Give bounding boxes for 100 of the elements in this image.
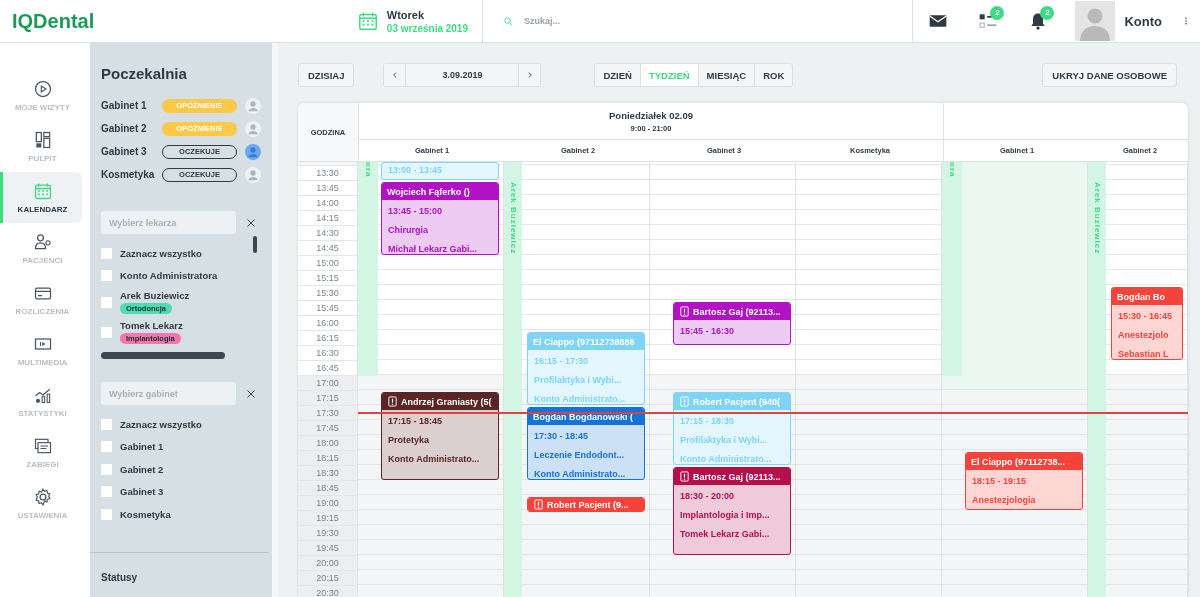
option-label[interactable]: Gabinet 1 [120,441,164,453]
account-label[interactable]: Konto [1124,13,1162,29]
appointment-card[interactable]: Bartosz Gaj (92113... 18:30 - 20:00 Implantologia i Imp... Tomek Lekarz Gabi... [673,467,791,555]
time-label: 13:30 [298,165,357,180]
time-label: 14:15 [298,210,357,225]
time-label: 18:30 [298,465,357,480]
room-name: Gabinet 3 [101,146,148,157]
today-button[interactable]: DZISIAJ [298,63,355,87]
option-label[interactable]: Gabinet 3 [120,486,164,498]
time-label: 15:00 [298,255,357,270]
appointment-time: 16:15 - 17:30 [533,355,590,368]
appointment-detail: Konto Administrato... [533,468,627,479]
count-badge: 2 [1040,6,1055,20]
select-field[interactable]: Wybierz gabinet [101,382,236,405]
date-label: 03 września 2019 [386,22,468,34]
nav-item[interactable]: KALENDARZ [0,172,82,223]
appointment-detail: Leczenie Endodont... [533,449,625,462]
appointment-detail: Konto Administrato... [679,453,773,464]
patient-name: Wojciech Fąferko () [387,186,470,197]
time-label: 14:45 [298,240,357,255]
view-tab[interactable]: DZIEŃ [595,64,641,86]
time-label: 15:45 [298,300,357,315]
logo: IQDental [12,9,95,33]
appointment-card[interactable]: Wojciech Fąferko () 13:45 - 15:00 Chirurgia Michał Lekarz Gabi... [381,182,499,255]
time-label: 19:00 [298,495,357,510]
appointment-detail: Michał Lekarz Gabi... [387,243,479,254]
time-label: 14:30 [298,225,357,240]
appointment-detail: Anestezjolo [1117,329,1170,342]
time-label: 17:00 [298,375,357,390]
appointment-detail: Anestezjologia [971,494,1037,507]
patient-name: Bartosz Gaj (92113... [693,471,781,482]
appointment-time: 17:15 - 18:30 [679,415,736,428]
select-field[interactable]: Wybierz lekarza [101,211,236,234]
appointment-time: 15:45 - 16:30 [679,325,736,338]
appointment-detail: Konto Administrato... [387,453,481,466]
time-label: 14:00 [298,195,357,210]
room-name: Gabinet 2 [101,123,148,134]
time-label: 17:15 [298,390,357,405]
time-label: 19:15 [298,510,357,525]
time-label: 19:30 [298,525,357,540]
view-tab[interactable]: MIESIĄC [698,64,756,86]
date-display: 3.09.2019 [405,64,520,86]
patient-name: Robert Pacjent (940( [693,396,781,407]
appointment-time: 18:15 - 19:15 [971,475,1028,488]
option-label[interactable]: Zaznacz wszystko [120,247,202,259]
time-label: 16:45 [298,360,357,375]
patient-name: El Ciappo (97112738... [971,456,1066,467]
appointment-time: 13:45 - 15:00 [387,205,444,218]
day-title: Poniedziałek 02.09 [609,109,693,121]
appointment-card[interactable]: Bartosz Gaj (92113... 15:45 - 16:30 [673,302,791,345]
option-label[interactable]: Arek Buziewicz [120,290,190,301]
time-label: 20:00 [298,555,357,570]
option-label[interactable]: Gabinet 2 [120,463,164,475]
time-label: 13:45 [298,180,357,195]
weekday-label: Wtorek [386,8,426,21]
patient-name: Andrzej Graniasty (5( [401,396,492,407]
appointment-detail: Profilaktyka i Wybi... [679,434,769,447]
appointment-time: 17:30 - 18:45 [533,430,590,443]
doctor-name: Arek Buziewicz [1092,182,1102,257]
doctor-name: ora [363,162,373,180]
option-label[interactable]: Tomek Lekarz [120,320,183,331]
patient-name: Bogdan Bo [1117,291,1165,302]
patient-name: Bartosz Gaj (92113... [693,306,781,317]
doctor-name: ora [947,162,957,180]
time-label: 20:15 [298,570,357,585]
doctor-name: Arek Buziewicz [508,182,518,257]
appointment-card[interactable]: Andrzej Graniasty (5( 17:15 - 18:45 Protetyka Konto Administrato... [381,392,499,480]
appointment-card[interactable]: El Ciappo (97112738... 18:15 - 19:15 Anestezjologia [965,452,1083,510]
time-label: 18:00 [298,435,357,450]
time-label: 16:00 [298,315,357,330]
time-label: 15:30 [298,285,357,300]
time-label: 20:30 [298,585,357,597]
appointment-detail: Profilaktyka i Wybi... [533,374,623,387]
appointment-detail: Sebastian L [1117,348,1170,359]
time-label: 17:30 [298,405,357,420]
time-label: 16:15 [298,330,357,345]
section-title: Poczekalnia [101,65,188,82]
hide-personal-data-button[interactable]: UKRYJ DANE OSOBOWE [1042,63,1177,87]
option-label[interactable]: Zaznacz wszystko [120,418,202,430]
time-label: 15:15 [298,270,357,285]
appointment-detail: Chirurgia [387,224,429,237]
room-name: Kosmetyka [101,169,156,180]
option-label[interactable]: Kosmetyka [120,508,171,520]
view-tab[interactable]: ROK [755,64,793,86]
count-badge: 2 [990,6,1005,20]
appointment-detail: Konto Administrato... [533,393,627,404]
time-label: 18:15 [298,450,357,465]
appointment-time: 17:15 - 18:45 [387,415,444,428]
time-label: 18:45 [298,480,357,495]
search-field[interactable]: Szukaj... [522,15,666,27]
appointment-card[interactable]: Robert Pacjent (9... [527,497,645,512]
time-label: 17:45 [298,420,357,435]
appointment-detail: Tomek Lekarz Gabi... [679,528,771,541]
appointment-card[interactable]: Bogdan Bo 15:30 - 16:45 Anestezjolo Sebastian L [1111,287,1183,360]
section-title: Statusy [101,571,139,583]
option-label[interactable]: Konto Administratora [120,270,218,282]
time-label: 19:45 [298,540,357,555]
patient-name: Robert Pacjent (9... [547,499,629,510]
appointment-detail: Protetyka [387,434,431,447]
appointment-time: 18:30 - 20:00 [679,490,736,503]
